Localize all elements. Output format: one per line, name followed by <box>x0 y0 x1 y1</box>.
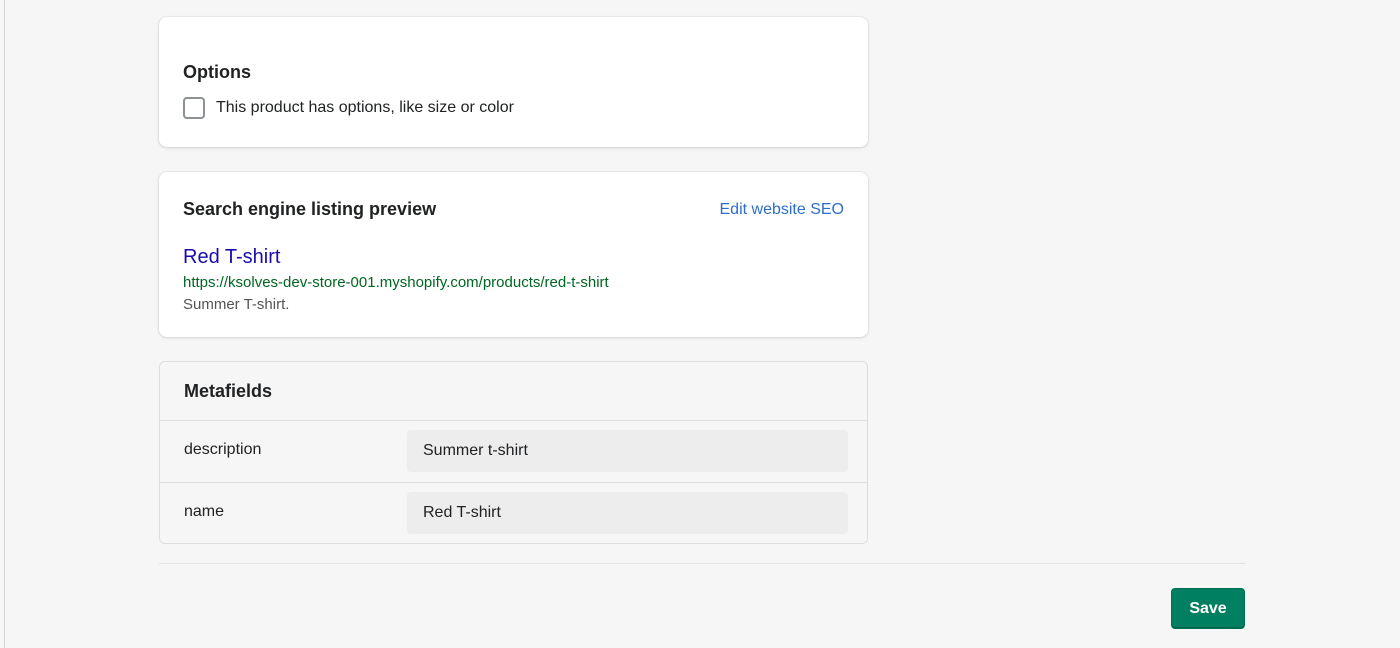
has-options-checkbox[interactable] <box>183 97 205 119</box>
seo-preview-card: Search engine listing preview Edit websi… <box>159 172 868 337</box>
options-title: Options <box>183 62 251 82</box>
metafield-row: name <box>160 483 867 543</box>
metafield-key: description <box>184 441 262 458</box>
footer-divider <box>159 563 1245 564</box>
has-options-checkbox-row[interactable]: This product has options, like size or c… <box>183 97 514 119</box>
metafield-value-input[interactable] <box>407 430 848 472</box>
left-edge-divider <box>0 0 5 648</box>
edit-website-seo-link[interactable]: Edit website SEO <box>720 201 845 219</box>
metafields-title: Metafields <box>184 381 273 401</box>
metafields-card: Metafields description name <box>159 361 868 544</box>
seo-preview-description: Summer T-shirt. <box>183 296 290 313</box>
has-options-label: This product has options, like size or c… <box>216 99 514 116</box>
options-card: Options This product has options, like s… <box>159 17 868 147</box>
metafields-header: Metafields <box>160 362 867 421</box>
save-button[interactable]: Save <box>1171 588 1245 629</box>
seo-preview-title: Search engine listing preview <box>183 199 437 219</box>
seo-preview-page-title: Red T-shirt <box>183 246 281 268</box>
metafield-value-input[interactable] <box>407 492 848 534</box>
seo-preview-url: https://ksolves-dev-store-001.myshopify.… <box>183 274 609 291</box>
metafield-key: name <box>184 503 225 520</box>
metafield-row: description <box>160 421 867 483</box>
